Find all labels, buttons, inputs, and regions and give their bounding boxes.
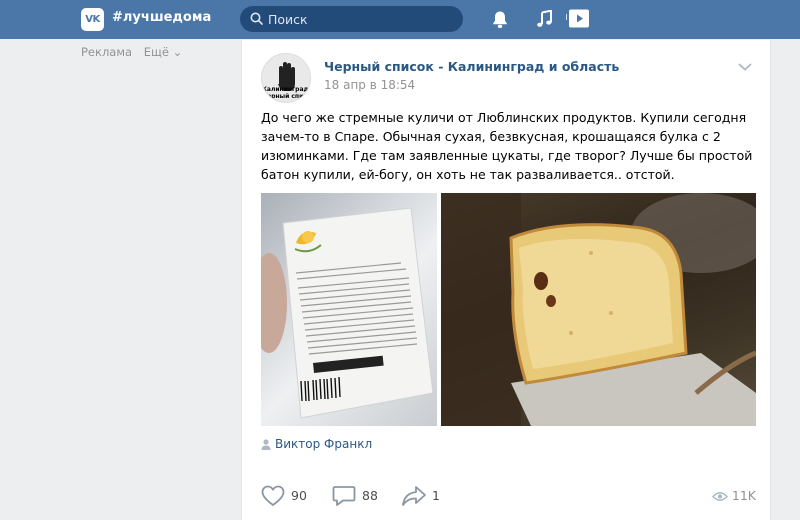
vk-logo[interactable]: VK — [81, 8, 104, 31]
heart-icon — [261, 485, 285, 507]
share-button[interactable]: 1 — [401, 484, 461, 508]
author-name[interactable]: Виктор Франкл — [275, 437, 372, 451]
comment-count: 88 — [362, 488, 378, 503]
music-icon[interactable] — [536, 10, 554, 29]
post-photo-cake[interactable] — [441, 193, 756, 426]
brand-hashtag[interactable]: #лучшедома — [112, 10, 211, 25]
user-icon — [261, 439, 271, 450]
share-count: 1 — [432, 488, 440, 503]
post-card: Калининградски черный списо Черный списо… — [241, 40, 771, 520]
ads-link[interactable]: Реклама — [81, 45, 132, 59]
group-name-link[interactable]: Черный список - Калининград и область — [324, 59, 619, 74]
post-author-link[interactable]: Виктор Франкл — [261, 437, 372, 451]
search-box[interactable] — [240, 6, 463, 32]
eye-icon — [711, 492, 728, 501]
view-count: 11K — [731, 488, 756, 503]
post-photo-package[interactable] — [261, 193, 437, 426]
package-image — [261, 207, 434, 419]
chevron-down-icon[interactable] — [738, 62, 752, 72]
comment-icon — [332, 486, 356, 506]
search-icon — [250, 12, 263, 25]
search-input[interactable] — [268, 6, 458, 32]
top-bar: VK #лучшедома — [0, 0, 800, 39]
like-count: 90 — [291, 488, 307, 503]
comment-button[interactable]: 88 — [332, 484, 392, 508]
like-button[interactable]: 90 — [261, 484, 321, 508]
cake-slice-image — [441, 193, 756, 426]
post-timestamp[interactable]: 18 апр в 18:54 — [324, 78, 415, 92]
bell-icon[interactable] — [491, 10, 509, 29]
share-arrow-icon — [402, 486, 426, 506]
post-text: До чего же стремные куличи от Люблинских… — [261, 110, 753, 182]
left-nav: Реклама Ещё ⌄ — [81, 45, 190, 59]
post-actions: 90 88 1 11K — [261, 484, 756, 508]
avatar-caption: Калининградски черный списо — [262, 86, 311, 100]
more-link[interactable]: Ещё ⌄ — [144, 45, 182, 59]
group-avatar[interactable]: Калининградски черный списо — [261, 53, 311, 103]
view-counter: 11K — [711, 488, 756, 503]
play-icon[interactable] — [566, 9, 590, 30]
